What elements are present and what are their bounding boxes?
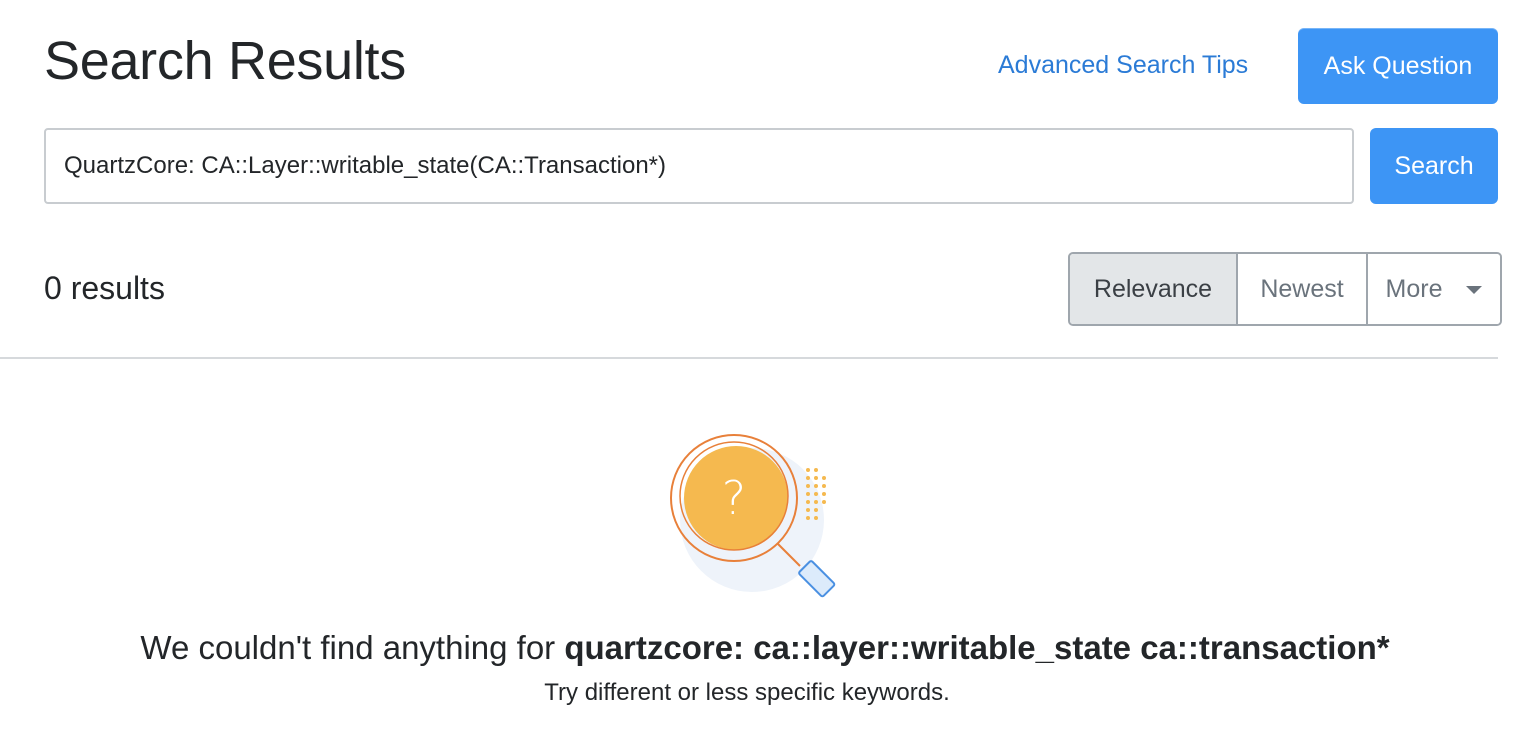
- sort-newest-button[interactable]: Newest: [1236, 254, 1366, 324]
- sort-more-dropdown[interactable]: More: [1366, 254, 1500, 324]
- search-input[interactable]: [44, 128, 1354, 204]
- ask-question-button[interactable]: Ask Question: [1298, 28, 1498, 104]
- caret-down-icon: [1466, 286, 1483, 294]
- empty-state-prefix: We couldn't find anything for: [140, 629, 565, 666]
- search-button[interactable]: Search: [1370, 128, 1498, 204]
- empty-state-message: We couldn't find anything for quartzcore…: [0, 626, 1530, 670]
- sort-button-group: Relevance Newest More: [1068, 252, 1502, 326]
- sort-relevance-button[interactable]: Relevance: [1070, 254, 1236, 324]
- results-count: 0 results: [44, 270, 165, 306]
- sort-newest-label: Newest: [1260, 274, 1344, 303]
- sort-more-label: More: [1385, 274, 1443, 303]
- divider: [0, 357, 1498, 359]
- search-results-page: Search Results Advanced Search Tips Ask …: [0, 0, 1530, 746]
- advanced-search-tips-link[interactable]: Advanced Search Tips: [998, 47, 1248, 83]
- magnifier-question-icon: ?: [670, 434, 836, 598]
- empty-state-query: quartzcore: ca::layer::writable_state ca…: [564, 629, 1390, 666]
- empty-state-hint: Try different or less specific keywords.: [544, 679, 950, 706]
- illustration-question-mark: ?: [722, 471, 746, 525]
- page-title: Search Results: [44, 31, 406, 91]
- sort-relevance-label: Relevance: [1093, 274, 1213, 303]
